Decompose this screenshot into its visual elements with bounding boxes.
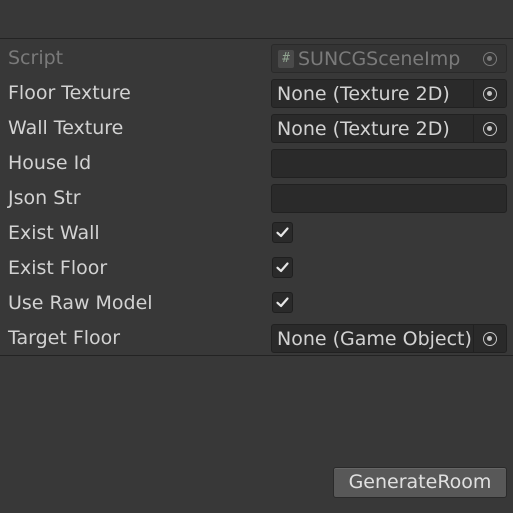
target-floor-field[interactable]: None (Game Object) xyxy=(271,324,507,353)
target-floor-picker-button[interactable] xyxy=(473,325,506,352)
row-wall-texture: Wall Texture None (Texture 2D) xyxy=(0,111,513,146)
exist-floor-checkbox[interactable] xyxy=(272,257,293,278)
wall-texture-field[interactable]: None (Texture 2D) xyxy=(271,114,507,143)
object-picker-icon xyxy=(483,332,497,346)
hash-script-icon: # xyxy=(278,50,294,68)
checkmark-icon xyxy=(276,297,289,308)
inspector-header xyxy=(0,0,513,38)
floor-texture-field[interactable]: None (Texture 2D) xyxy=(271,79,507,108)
floor-texture-value: None (Texture 2D) xyxy=(277,83,450,105)
json-str-input[interactable] xyxy=(271,184,507,213)
target-floor-label: Target Floor xyxy=(8,327,121,349)
script-label: Script xyxy=(8,47,64,69)
checkmark-icon xyxy=(276,262,289,273)
inspector-component-panel: Script # SUNCGSceneImp Floor Texture Non… xyxy=(0,38,513,356)
use-raw-model-checkbox[interactable] xyxy=(272,292,293,313)
json-str-label: Json Str xyxy=(8,187,81,209)
use-raw-model-label: Use Raw Model xyxy=(8,292,153,314)
row-json-str: Json Str xyxy=(0,181,513,216)
row-floor-texture: Floor Texture None (Texture 2D) xyxy=(0,76,513,111)
script-field[interactable]: # SUNCGSceneImp xyxy=(271,44,507,73)
row-use-raw-model: Use Raw Model xyxy=(0,286,513,321)
script-picker-button[interactable] xyxy=(474,45,506,72)
floor-texture-picker-button[interactable] xyxy=(473,80,506,107)
house-id-label: House Id xyxy=(8,152,92,174)
exist-floor-label: Exist Floor xyxy=(8,257,108,279)
floor-texture-label: Floor Texture xyxy=(8,82,131,104)
target-floor-value: None (Game Object) xyxy=(277,328,472,350)
row-exist-floor: Exist Floor xyxy=(0,251,513,286)
object-picker-icon xyxy=(483,87,497,101)
wall-texture-label: Wall Texture xyxy=(8,117,124,139)
checkmark-icon xyxy=(276,227,289,238)
row-target-floor: Target Floor None (Game Object) xyxy=(0,321,513,356)
exist-wall-checkbox[interactable] xyxy=(272,222,293,243)
row-house-id: House Id xyxy=(0,146,513,181)
wall-texture-picker-button[interactable] xyxy=(473,115,506,142)
house-id-input[interactable] xyxy=(271,149,507,178)
exist-wall-label: Exist Wall xyxy=(8,222,100,244)
generate-room-button[interactable]: GenerateRoom xyxy=(333,467,507,498)
script-field-value: SUNCGSceneImp xyxy=(298,48,461,70)
row-exist-wall: Exist Wall xyxy=(0,216,513,251)
row-script: Script # SUNCGSceneImp xyxy=(0,41,513,76)
object-picker-icon xyxy=(483,122,497,136)
object-picker-icon xyxy=(483,52,497,66)
wall-texture-value: None (Texture 2D) xyxy=(277,118,450,140)
